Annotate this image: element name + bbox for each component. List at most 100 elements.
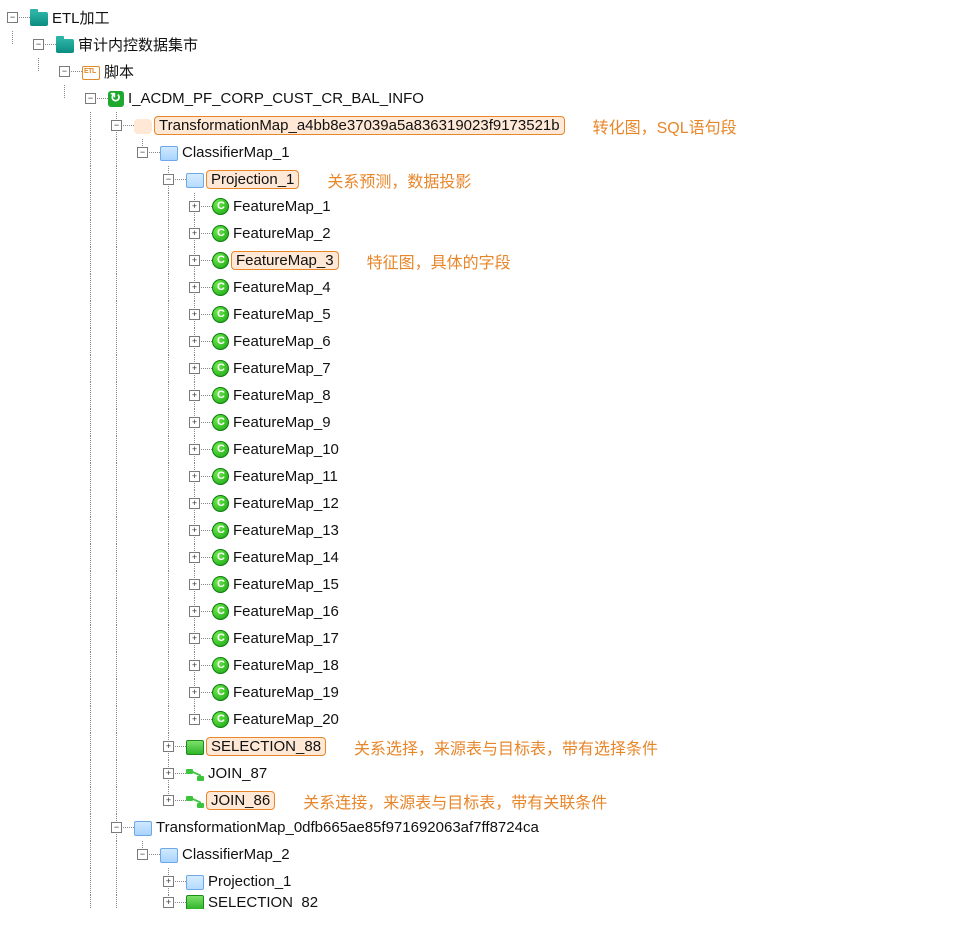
feature-map-icon: [212, 603, 229, 620]
expand-icon[interactable]: [189, 201, 200, 212]
tree-node-scripts[interactable]: 脚本: [4, 58, 976, 85]
tree-node-feature-map[interactable]: FeatureMap_9: [4, 409, 976, 436]
feature-map-icon: [212, 414, 229, 431]
tree-node-transformation-map-1[interactable]: TransformationMap_a4bb8e37039a5a83631902…: [4, 112, 976, 139]
expand-icon[interactable]: [189, 417, 200, 428]
tree-node-feature-map[interactable]: FeatureMap_17: [4, 625, 976, 652]
expand-icon[interactable]: [189, 282, 200, 293]
tree-node-feature-map[interactable]: FeatureMap_4: [4, 274, 976, 301]
node-label: TransformationMap_0dfb665ae85f971692063a…: [154, 818, 541, 837]
node-label: FeatureMap_13: [231, 521, 341, 540]
node-label: TransformationMap_a4bb8e37039a5a83631902…: [154, 116, 565, 135]
expand-icon[interactable]: [189, 228, 200, 239]
tree-node-join-87[interactable]: JOIN_87: [4, 760, 976, 787]
tree-node-selection-82[interactable]: SELECTION_82: [4, 895, 976, 909]
expand-icon[interactable]: [189, 633, 200, 644]
node-label: FeatureMap_9: [231, 413, 333, 432]
feature-map-list: FeatureMap_1 FeatureMap_2 FeatureMap_3特征图，…: [4, 193, 976, 733]
tree-node-feature-map[interactable]: FeatureMap_19: [4, 679, 976, 706]
tree-node-job[interactable]: I_ACDM_PF_CORP_CUST_CR_BAL_INFO: [4, 85, 976, 112]
expand-icon[interactable]: [189, 579, 200, 590]
node-label: ETL加工: [50, 6, 112, 29]
tree-node-transformation-map-2[interactable]: TransformationMap_0dfb665ae85f971692063a…: [4, 814, 976, 841]
collapse-icon[interactable]: [85, 93, 96, 104]
node-label: SELECTION_88: [206, 737, 326, 756]
expand-icon[interactable]: [189, 525, 200, 536]
expand-icon[interactable]: [189, 714, 200, 725]
node-label: Projection_1: [206, 872, 293, 891]
projection-icon: [186, 173, 204, 188]
expand-icon[interactable]: [163, 876, 174, 887]
expand-icon[interactable]: [163, 741, 174, 752]
node-label: FeatureMap_10: [231, 440, 341, 459]
expand-icon[interactable]: [189, 552, 200, 563]
annotation-selection: 关系选择，来源表与目标表，带有选择条件: [354, 735, 658, 759]
folder-icon: [56, 39, 74, 53]
tree-node-feature-map[interactable]: FeatureMap_5: [4, 301, 976, 328]
collapse-icon[interactable]: [111, 822, 122, 833]
tree-node-feature-map[interactable]: FeatureMap_10: [4, 436, 976, 463]
feature-map-icon: [212, 495, 229, 512]
expand-icon[interactable]: [189, 606, 200, 617]
projection-icon: [186, 875, 204, 890]
tree-node-feature-map[interactable]: FeatureMap_6: [4, 328, 976, 355]
expand-icon[interactable]: [163, 768, 174, 779]
tree-node-feature-map[interactable]: FeatureMap_1: [4, 193, 976, 220]
tree-node-feature-map[interactable]: FeatureMap_11: [4, 463, 976, 490]
tree-node-feature-map[interactable]: FeatureMap_8: [4, 382, 976, 409]
tree-node-selection-88[interactable]: SELECTION_88 关系选择，来源表与目标表，带有选择条件: [4, 733, 976, 760]
tree-node-classifier-map-1[interactable]: ClassifierMap_1: [4, 139, 976, 166]
expand-icon[interactable]: [189, 336, 200, 347]
expand-icon[interactable]: [189, 363, 200, 374]
expand-icon[interactable]: [189, 471, 200, 482]
collapse-icon[interactable]: [111, 120, 122, 131]
expand-icon[interactable]: [189, 687, 200, 698]
feature-map-icon: [212, 360, 229, 377]
annotation-feature: 特征图，具体的字段: [367, 249, 511, 273]
collapse-icon[interactable]: [33, 39, 44, 50]
tree-node-feature-map[interactable]: FeatureMap_3特征图，具体的字段: [4, 247, 976, 274]
tree-node-datamart[interactable]: 审计内控数据集市: [4, 31, 976, 58]
node-label: ClassifierMap_2: [180, 845, 292, 864]
expand-icon[interactable]: [163, 897, 174, 908]
node-label: FeatureMap_19: [231, 683, 341, 702]
tree-node-feature-map[interactable]: FeatureMap_20: [4, 706, 976, 733]
tree-node-etl-root[interactable]: ETL加工: [4, 4, 976, 31]
tree-node-feature-map[interactable]: FeatureMap_2: [4, 220, 976, 247]
collapse-icon[interactable]: [163, 174, 174, 185]
collapse-icon[interactable]: [137, 147, 148, 158]
selection-icon: [186, 895, 204, 909]
tree-node-feature-map[interactable]: FeatureMap_13: [4, 517, 976, 544]
collapse-icon[interactable]: [7, 12, 18, 23]
feature-map-icon: [212, 576, 229, 593]
tree-node-classifier-map-2[interactable]: ClassifierMap_2: [4, 841, 976, 868]
node-label: JOIN_87: [206, 764, 269, 783]
expand-icon[interactable]: [189, 444, 200, 455]
tree-node-projection-1[interactable]: Projection_1 关系预测，数据投影: [4, 166, 976, 193]
tree-node-feature-map[interactable]: FeatureMap_15: [4, 571, 976, 598]
tree-node-join-86[interactable]: JOIN_86 关系连接，来源表与目标表，带有关联条件: [4, 787, 976, 814]
tree-node-feature-map[interactable]: FeatureMap_7: [4, 355, 976, 382]
collapse-icon[interactable]: [137, 849, 148, 860]
expand-icon[interactable]: [163, 795, 174, 806]
node-label: 脚本: [102, 60, 136, 83]
expand-icon[interactable]: [189, 309, 200, 320]
tree-node-feature-map[interactable]: FeatureMap_12: [4, 490, 976, 517]
expand-icon[interactable]: [189, 255, 200, 266]
feature-map-icon: [212, 468, 229, 485]
expand-icon[interactable]: [189, 498, 200, 509]
feature-map-icon: [212, 711, 229, 728]
node-label: FeatureMap_2: [231, 224, 333, 243]
expand-icon[interactable]: [189, 390, 200, 401]
tree-node-feature-map[interactable]: FeatureMap_18: [4, 652, 976, 679]
map-icon: [160, 146, 178, 161]
tree-node-projection-2[interactable]: Projection_1: [4, 868, 976, 895]
node-label: I_ACDM_PF_CORP_CUST_CR_BAL_INFO: [126, 89, 426, 108]
tree-node-feature-map[interactable]: FeatureMap_16: [4, 598, 976, 625]
collapse-icon[interactable]: [59, 66, 70, 77]
tree-node-feature-map[interactable]: FeatureMap_14: [4, 544, 976, 571]
node-label: FeatureMap_4: [231, 278, 333, 297]
expand-icon[interactable]: [189, 660, 200, 671]
feature-map-icon: [212, 549, 229, 566]
feature-map-icon: [212, 225, 229, 242]
